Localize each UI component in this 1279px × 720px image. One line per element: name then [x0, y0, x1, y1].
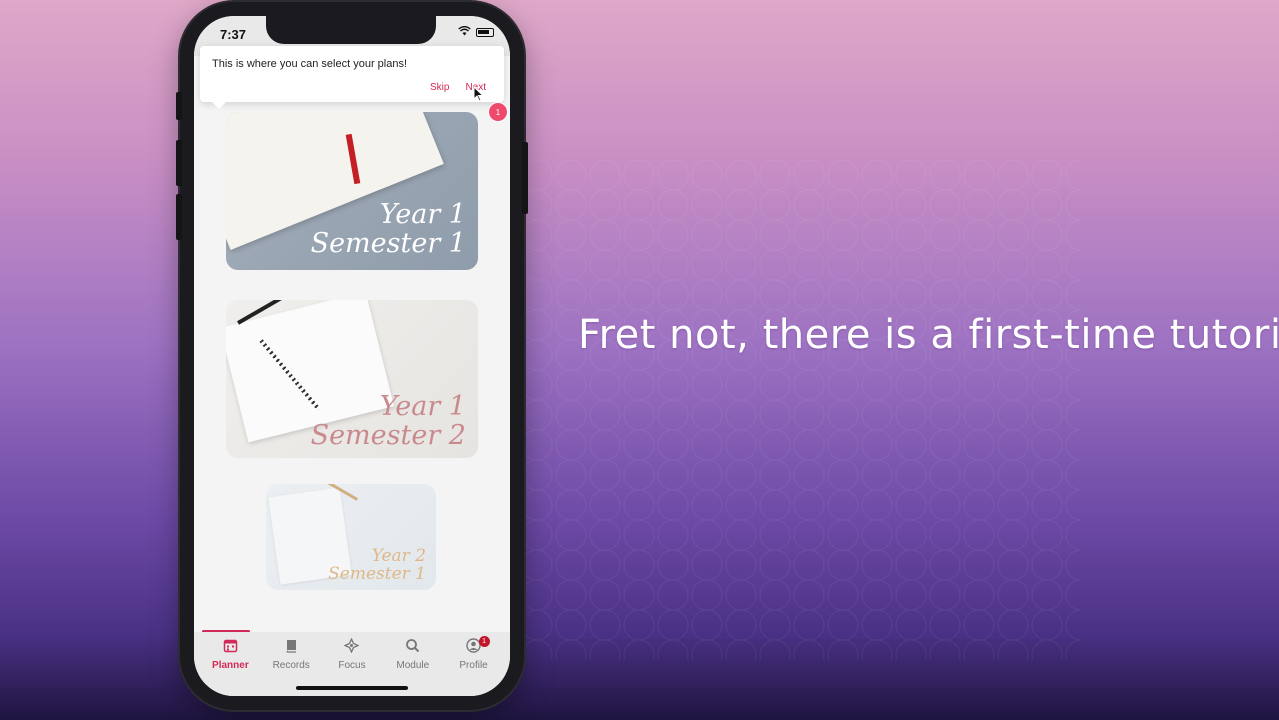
status-icons	[458, 25, 494, 39]
tab-label: Profile	[459, 660, 488, 671]
focus-icon	[322, 637, 382, 656]
phone-screen: 7:37 Year 1 Semester 1 Year 1 Semester 2…	[194, 16, 510, 696]
status-time: 7:37	[220, 27, 247, 42]
home-indicator[interactable]	[296, 686, 408, 690]
tutorial-step-badge: 1	[488, 102, 508, 122]
plan-card-label: Year 2 Semester 1	[328, 547, 426, 585]
book-icon	[261, 638, 321, 656]
skip-button[interactable]: Skip	[430, 82, 449, 93]
tab-label: Module	[396, 660, 430, 671]
plan-card-label: Year 1 Semester 1	[310, 199, 466, 259]
plan-year: Year 1	[379, 391, 466, 423]
power-button	[522, 142, 528, 214]
hexagon-pattern-background	[520, 160, 1080, 660]
plan-semester: Semester 1	[310, 227, 466, 259]
plans-list[interactable]: Year 1 Semester 1 Year 1 Semester 2 Year…	[194, 102, 510, 632]
wifi-icon	[458, 25, 471, 39]
tab-profile[interactable]: 1 Profile	[444, 636, 504, 696]
calendar-icon	[200, 638, 260, 656]
profile-notification-badge: 1	[478, 636, 490, 647]
tab-label: Records	[272, 660, 310, 671]
search-icon	[383, 638, 443, 656]
tab-label: Focus	[338, 660, 366, 671]
volume-up-button	[176, 140, 182, 186]
headline-text: Fret not, there is a first-time tutorial	[578, 312, 1279, 358]
mute-switch	[176, 92, 182, 120]
tooltip-message: This is where you can select your plans!	[212, 58, 408, 70]
plan-year: Year 1	[379, 199, 466, 231]
battery-icon	[476, 28, 494, 37]
tutorial-tooltip: This is where you can select your plans!…	[200, 46, 504, 109]
mouse-cursor-icon	[473, 85, 485, 106]
volume-down-button	[176, 194, 182, 240]
plan-semester: Semester 2	[310, 419, 466, 451]
phone-frame: 7:37 Year 1 Semester 1 Year 1 Semester 2…	[176, 2, 528, 710]
pen-image	[321, 484, 359, 501]
tab-planner[interactable]: Planner	[200, 638, 260, 696]
plan-card-year1-sem2[interactable]: Year 1 Semester 2	[226, 300, 478, 458]
plan-card-year1-sem1[interactable]: Year 1 Semester 1	[226, 112, 478, 270]
plan-card-label: Year 1 Semester 2	[310, 391, 466, 451]
phone-notch	[266, 16, 436, 44]
profile-icon	[444, 638, 504, 656]
tab-label: Planner	[212, 660, 249, 671]
plan-card-year2-sem1[interactable]: Year 2 Semester 1	[266, 484, 436, 590]
plan-semester: Semester 1	[328, 564, 426, 585]
